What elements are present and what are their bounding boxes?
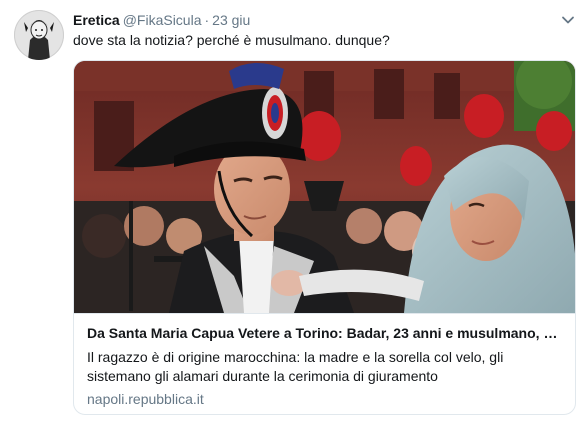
tweet-menu-button[interactable] xyxy=(560,12,576,28)
card-image[interactable] xyxy=(74,61,575,313)
chevron-down-icon xyxy=(562,16,574,24)
tweet-date[interactable]: 23 giu xyxy=(212,12,250,28)
tweet-text: dove sta la notizia? perché è musulmano.… xyxy=(73,32,390,48)
tweet[interactable]: Eretica @FikaSicula · 23 giu dove sta la no… xyxy=(0,0,586,425)
user-avatar-icon xyxy=(14,10,64,60)
tweet-header: Eretica @FikaSicula · 23 giu xyxy=(73,11,546,29)
separator-dot: · xyxy=(204,12,210,28)
display-name[interactable]: Eretica xyxy=(73,12,120,28)
avatar[interactable] xyxy=(14,10,64,60)
card-body[interactable]: Da Santa Maria Capua Vetere a Torino: Ba… xyxy=(74,313,575,414)
card-title[interactable]: Da Santa Maria Capua Vetere a Torino: Ba… xyxy=(87,324,565,342)
card-domain[interactable]: napoli.repubblica.it xyxy=(87,390,204,408)
link-card[interactable]: Da Santa Maria Capua Vetere a Torino: Ba… xyxy=(73,60,576,415)
user-handle[interactable]: @FikaSicula xyxy=(123,12,202,28)
card-description: Il ragazzo è di origine marocchina: la m… xyxy=(87,349,504,384)
card-photo xyxy=(74,61,575,313)
